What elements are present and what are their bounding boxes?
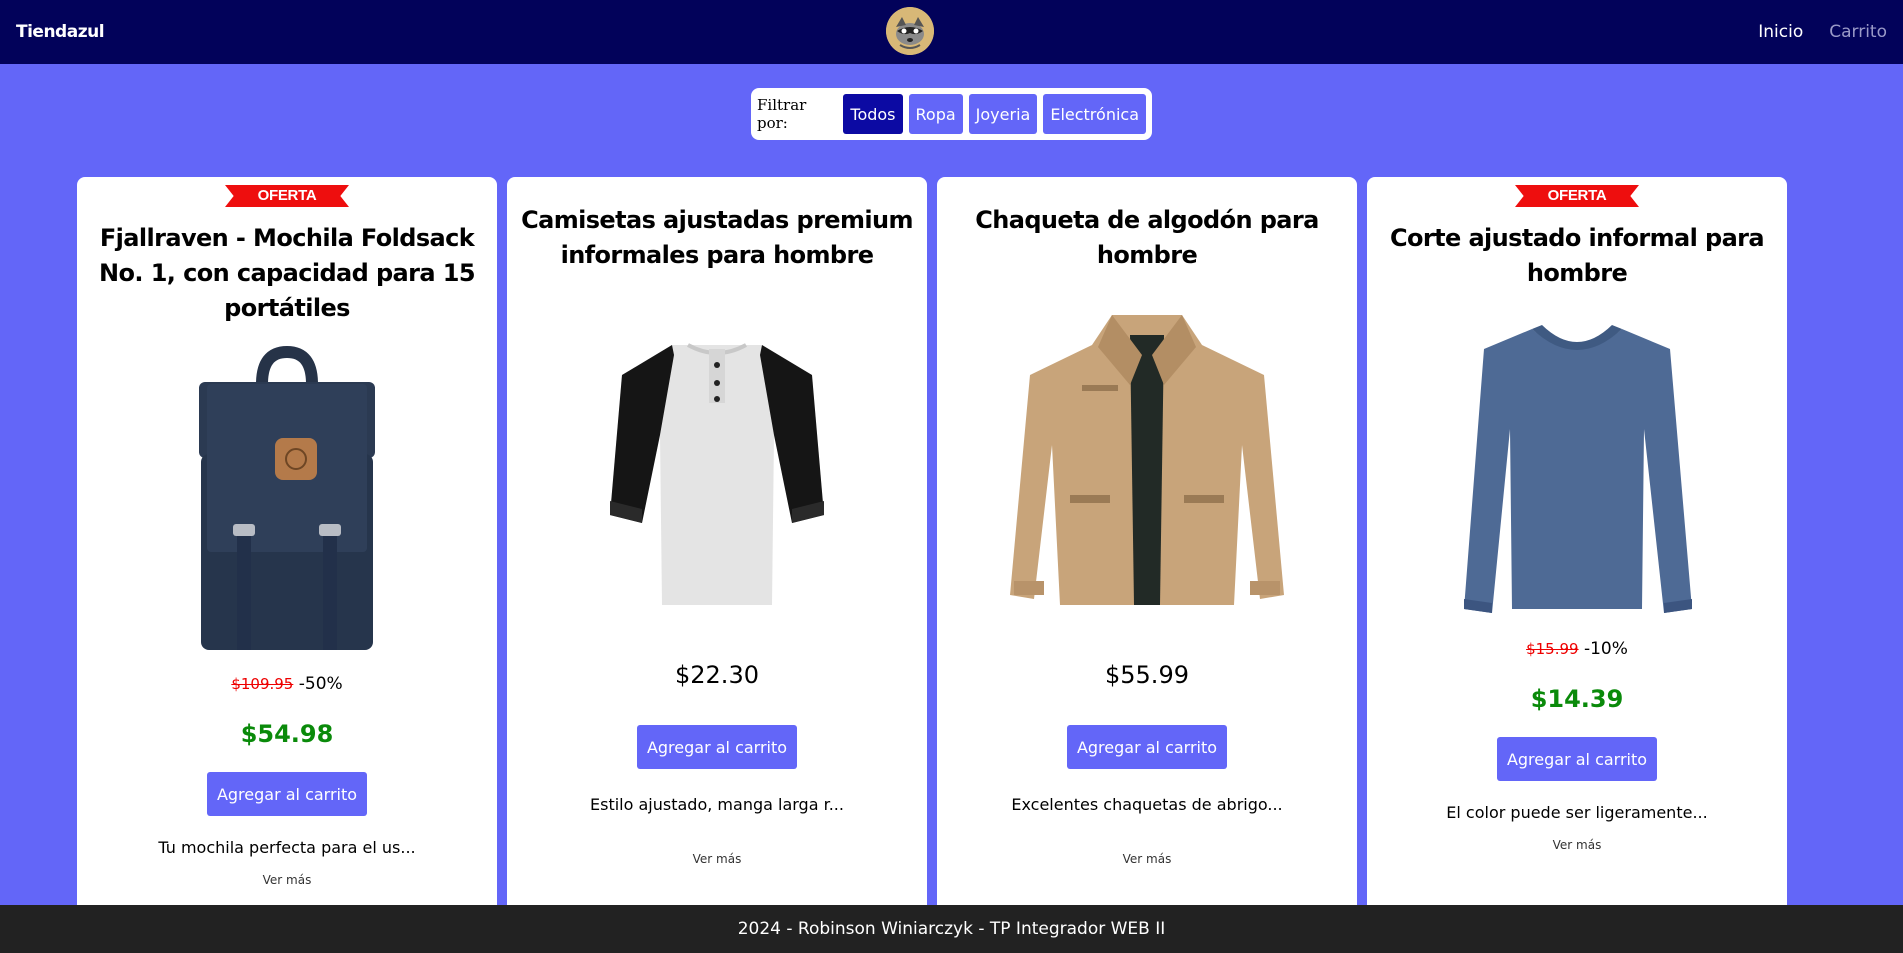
footer: 2024 - Robinson Winiarczyk - TP Integrad… xyxy=(0,905,1903,953)
add-to-cart-button[interactable]: Agregar al carrito xyxy=(1066,725,1228,769)
footer-text: 2024 - Robinson Winiarczyk - TP Integrad… xyxy=(737,919,1166,939)
offer-badge: OFERTA xyxy=(225,185,349,207)
product-price: $55.99 xyxy=(1105,661,1189,689)
backpack-image xyxy=(177,344,397,656)
raglan-shirt-image xyxy=(602,295,832,617)
product-price: $22.30 xyxy=(675,661,759,689)
sale-price: $54.98 xyxy=(240,720,334,748)
brand-name[interactable]: Tiendazul xyxy=(16,22,105,42)
sale-price: $14.39 xyxy=(1530,685,1624,713)
product-description: Estilo ajustado, manga larga r... xyxy=(590,795,844,814)
filter-joyeria-button[interactable]: Joyeria xyxy=(968,94,1038,134)
jacket-image xyxy=(1002,295,1292,617)
filter-bar: Filtrar por: Todos Ropa Joyeria Electrón… xyxy=(751,88,1152,140)
filter-todos-button[interactable]: Todos xyxy=(843,94,903,134)
see-more-link[interactable]: Ver más xyxy=(263,873,312,887)
product-card: Chaqueta de algodón para hombre $55.99 A… xyxy=(937,177,1357,917)
discount-percent: -50% xyxy=(298,674,343,694)
discount-percent: -10% xyxy=(1583,639,1628,659)
product-title: Camisetas ajustadas premium informales p… xyxy=(521,206,913,269)
navbar: Tiendazul Inicio Carrito xyxy=(0,0,1903,64)
filter-label: Filtrar por: xyxy=(757,96,807,132)
product-description: Tu mochila perfecta para el us... xyxy=(158,838,416,857)
product-title: Chaqueta de algodón para hombre xyxy=(975,206,1319,269)
add-to-cart-button[interactable]: Agregar al carrito xyxy=(636,725,798,769)
long-sleeve-tee-image xyxy=(1452,309,1702,621)
nav-links: Inicio Carrito xyxy=(1758,22,1887,42)
filter-ropa-button[interactable]: Ropa xyxy=(908,94,963,134)
see-more-link[interactable]: Ver más xyxy=(693,852,742,866)
product-card: Camisetas ajustadas premium informales p… xyxy=(507,177,927,917)
filter-electronica-button[interactable]: Electrónica xyxy=(1043,94,1146,134)
product-card: OFERTA Fjallraven - Mochila Foldsack No.… xyxy=(77,177,497,917)
see-more-link[interactable]: Ver más xyxy=(1553,838,1602,852)
nav-link-carrito[interactable]: Carrito xyxy=(1829,22,1887,42)
product-title: Corte ajustado informal para hombre xyxy=(1390,224,1765,287)
offer-badge: OFERTA xyxy=(1515,185,1639,207)
see-more-link[interactable]: Ver más xyxy=(1123,852,1172,866)
raccoon-logo-icon[interactable] xyxy=(886,7,934,55)
add-to-cart-button[interactable]: Agregar al carrito xyxy=(1496,737,1658,781)
old-price: $109.95 xyxy=(231,675,294,693)
product-title: Fjallraven - Mochila Foldsack No. 1, con… xyxy=(99,224,476,322)
price-discount-row: $109.95 -50% xyxy=(231,674,342,694)
old-price: $15.99 xyxy=(1526,640,1579,658)
price-discount-row: $15.99 -10% xyxy=(1526,639,1628,659)
product-description: El color puede ser ligeramente... xyxy=(1446,803,1708,822)
nav-link-inicio[interactable]: Inicio xyxy=(1758,22,1803,42)
add-to-cart-button[interactable]: Agregar al carrito xyxy=(206,772,368,816)
product-description: Excelentes chaquetas de abrigo... xyxy=(1011,795,1283,814)
product-card: OFERTA Corte ajustado informal para homb… xyxy=(1367,177,1787,917)
